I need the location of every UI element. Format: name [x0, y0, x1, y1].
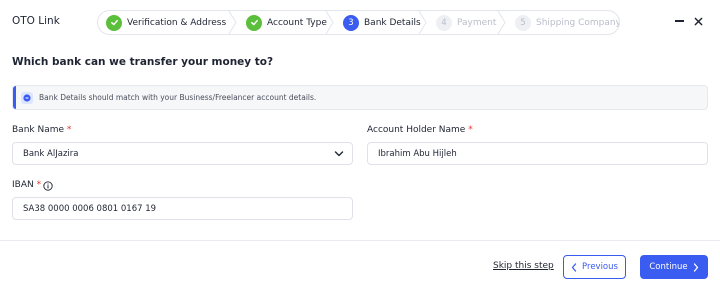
required-marker: * [468, 125, 473, 135]
page-heading: Which bank can we transfer your money to… [12, 56, 274, 68]
bank-name-label-text: Bank Name [12, 125, 65, 135]
close-icon[interactable] [694, 13, 703, 30]
info-accent-bar [13, 86, 16, 109]
chevron-left-icon [571, 262, 577, 272]
check-icon [246, 14, 262, 31]
previous-button[interactable]: Previous [563, 255, 626, 279]
step-separator [497, 11, 506, 34]
step-separator [228, 11, 237, 34]
continue-button[interactable]: Continue [640, 255, 708, 279]
step-number: 4 [436, 14, 452, 31]
step-label: Account Type [267, 17, 327, 28]
iban-value: SA38 0000 0006 0801 0167 19 [23, 203, 157, 214]
bank-name-value: Bank AlJazira [23, 148, 79, 159]
iban-input[interactable]: SA38 0000 0006 0801 0167 19 [12, 197, 353, 220]
footer-divider [0, 240, 720, 241]
step-number: 3 [343, 14, 359, 31]
app-title: OTO Link [12, 15, 60, 27]
bank-info-icon [21, 92, 33, 104]
skip-step-link[interactable]: Skip this step [493, 261, 554, 271]
iban-label-text: IBAN [12, 180, 34, 190]
stepper: Verification & Address Account Type 3 Ba… [97, 10, 620, 35]
step-label: Payment [457, 17, 497, 28]
required-marker: * [36, 180, 42, 190]
info-banner: Bank Details should match with your Busi… [12, 85, 708, 110]
chevron-down-icon [334, 151, 344, 157]
step-separator [418, 11, 427, 34]
step-account-type[interactable]: Account Type [238, 11, 335, 34]
continue-button-label: Continue [649, 262, 688, 272]
info-banner-text: Bank Details should match with your Busi… [39, 93, 317, 102]
step-number: 5 [515, 14, 531, 31]
required-marker: * [66, 125, 72, 135]
bank-name-label: Bank Name * [12, 125, 71, 135]
previous-button-label: Previous [582, 262, 618, 272]
step-label: Shipping Company [536, 17, 620, 28]
iban-label: IBAN * [12, 180, 41, 190]
step-label: Bank Details [364, 17, 421, 28]
account-holder-input[interactable]: Ibrahim Abu Hijleh [367, 142, 708, 165]
info-icon[interactable] [43, 181, 53, 191]
step-verification-address[interactable]: Verification & Address [98, 11, 238, 34]
step-label: Verification & Address [127, 17, 227, 28]
account-holder-label: Account Holder Name * [367, 125, 473, 135]
step-payment[interactable]: 4 Payment [428, 11, 507, 34]
account-holder-label-text: Account Holder Name [367, 125, 466, 135]
check-icon [106, 14, 122, 31]
step-separator [325, 11, 334, 34]
step-shipping-company[interactable]: 5 Shipping Company [507, 11, 619, 34]
account-holder-value: Ibrahim Abu Hijleh [378, 148, 457, 159]
step-bank-details[interactable]: 3 Bank Details [335, 11, 428, 34]
bank-name-select[interactable]: Bank AlJazira [12, 142, 353, 165]
chevron-right-icon [693, 262, 698, 272]
minimize-icon[interactable] [675, 20, 684, 22]
